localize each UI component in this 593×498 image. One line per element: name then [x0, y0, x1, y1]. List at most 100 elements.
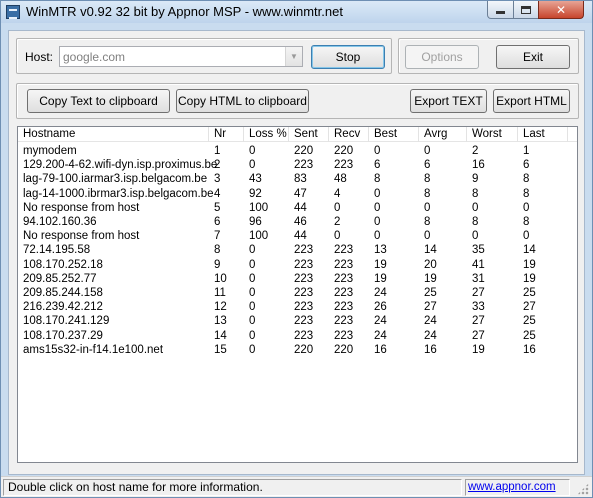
cell-hostname[interactable]: ams15s32-in-f14.1e100.net: [18, 343, 209, 357]
cell-hostname[interactable]: No response from host: [18, 229, 209, 243]
cell-hostname[interactable]: 216.239.42.212: [18, 300, 209, 314]
cell-hostname[interactable]: 94.102.160.36: [18, 215, 209, 229]
cell-best: 19: [374, 272, 387, 285]
table-row[interactable]: mymodem 1 0 220 220 0 0 2 1: [18, 144, 577, 158]
cell-last: 25: [523, 329, 536, 342]
table-row[interactable]: 108.170.252.18 9 0 223 223 19 20 41 19: [18, 258, 577, 272]
cell-hostname[interactable]: mymodem: [18, 144, 209, 158]
cell-worst: 19: [472, 343, 485, 356]
cell-hostname[interactable]: 108.170.241.129: [18, 314, 209, 328]
host-input[interactable]: google.com: [63, 50, 125, 64]
minimize-button[interactable]: [487, 1, 514, 19]
cell-avrg: 24: [424, 315, 437, 328]
cell-nr: 13: [214, 315, 227, 328]
column-header-best[interactable]: Best: [369, 127, 419, 142]
cell-hostname[interactable]: 72.14.195.58: [18, 243, 209, 257]
resize-grip-icon[interactable]: [577, 483, 589, 495]
column-header-hostname[interactable]: Hostname: [18, 127, 209, 142]
close-button[interactable]: ✕: [538, 1, 584, 19]
title-bar[interactable]: WinMTR v0.92 32 bit by Appnor MSP - www.…: [1, 1, 592, 23]
cell-best: 24: [374, 287, 387, 299]
cell-avrg: 25: [424, 287, 437, 299]
cell-best: 0: [374, 201, 381, 214]
cell-sent: 223: [294, 315, 314, 328]
cell-loss: 0: [249, 287, 256, 299]
cell-sent: 83: [294, 173, 307, 186]
cell-hostname[interactable]: 209.85.252.77: [18, 272, 209, 286]
results-listview[interactable]: Hostname Nr Loss % Sent Recv Best Avrg Worst Las…: [17, 126, 578, 463]
cell-hostname[interactable]: lag-79-100.iarmar3.isp.belgacom.be: [18, 172, 209, 186]
cell-worst: 0: [472, 230, 479, 243]
column-header-avrg[interactable]: Avrg: [419, 127, 467, 142]
export-text-button[interactable]: Export TEXT: [410, 89, 487, 113]
cell-loss: 0: [249, 159, 256, 172]
maximize-button[interactable]: [513, 1, 539, 19]
table-row[interactable]: 94.102.160.36 6 96 46 2 0 8 8 8: [18, 215, 577, 229]
cell-hostname[interactable]: 209.85.244.158: [18, 286, 209, 300]
status-bar: Double click on host name for more infor…: [1, 476, 592, 497]
cell-worst: 27: [472, 287, 485, 299]
cell-loss: 0: [249, 258, 256, 271]
cell-loss: 0: [249, 272, 256, 285]
column-header-loss[interactable]: Loss %: [244, 127, 289, 142]
cell-recv: 223: [334, 301, 354, 314]
host-combobox[interactable]: google.com ▼: [59, 46, 303, 67]
cell-worst: 8: [472, 216, 479, 228]
cell-best: 6: [374, 159, 381, 172]
cell-sent: 223: [294, 272, 314, 285]
cell-recv: 223: [334, 272, 354, 285]
cell-avrg: 24: [424, 329, 437, 342]
appnor-link[interactable]: www.appnor.com: [468, 481, 556, 493]
cell-recv: 223: [334, 329, 354, 342]
dropdown-arrow-icon[interactable]: ▼: [285, 47, 302, 66]
stop-button[interactable]: Stop: [311, 45, 385, 69]
table-row[interactable]: ams15s32-in-f14.1e100.net 15 0 220 220 16 16 19…: [18, 343, 577, 357]
cell-nr: 12: [214, 301, 227, 314]
cell-best: 0: [374, 230, 381, 243]
copy-html-button[interactable]: Copy HTML to clipboard: [176, 89, 309, 113]
cell-recv: 223: [334, 159, 354, 172]
cell-sent: 44: [294, 201, 307, 214]
options-button[interactable]: Options: [405, 45, 479, 69]
cell-hostname[interactable]: 108.170.237.29: [18, 329, 209, 343]
cell-worst: 27: [472, 329, 485, 342]
cell-last: 19: [523, 272, 536, 285]
cell-sent: 47: [294, 187, 307, 200]
table-row[interactable]: 209.85.252.77 10 0 223 223 19 19 31 19: [18, 272, 577, 286]
table-row[interactable]: No response from host 5 100 44 0 0 0 0 0: [18, 201, 577, 215]
cell-hostname[interactable]: 129.200-4-62.wifi-dyn.isp.proximus.be: [18, 158, 217, 172]
table-row[interactable]: lag-79-100.iarmar3.isp.belgacom.be 3 43 83 4…: [18, 172, 577, 186]
cell-best: 0: [374, 145, 381, 157]
cell-worst: 33: [472, 301, 485, 314]
export-html-button[interactable]: Export HTML: [493, 89, 570, 113]
table-row[interactable]: lag-14-1000.ibrmar3.isp.belgacom.be 4 92 47…: [18, 187, 577, 201]
cell-nr: 8: [214, 244, 221, 257]
cell-recv: 223: [334, 244, 354, 257]
cell-hostname[interactable]: lag-14-1000.ibrmar3.isp.belgacom.be: [18, 187, 214, 201]
cell-nr: 14: [214, 329, 227, 342]
table-row[interactable]: No response from host 7 100 44 0 0 0 0 0: [18, 229, 577, 243]
cell-avrg: 19: [424, 272, 437, 285]
cell-loss: 92: [249, 187, 262, 200]
copy-text-button[interactable]: Copy Text to clipboard: [27, 89, 170, 113]
cell-hostname[interactable]: No response from host: [18, 201, 209, 215]
table-row[interactable]: 72.14.195.58 8 0 223 223 13 14 35 14: [18, 243, 577, 257]
cell-last: 16: [523, 343, 536, 356]
table-row[interactable]: 129.200-4-62.wifi-dyn.isp.proximus.be 2 0 2…: [18, 158, 577, 172]
table-row[interactable]: 216.239.42.212 12 0 223 223 26 27 33 27: [18, 300, 577, 314]
column-header-last[interactable]: Last: [518, 127, 568, 142]
table-row[interactable]: 108.170.241.129 13 0 223 223 24 24 27 25: [18, 314, 577, 328]
cell-avrg: 8: [424, 173, 431, 186]
cell-hostname[interactable]: 108.170.252.18: [18, 258, 209, 272]
column-header-nr[interactable]: Nr: [209, 127, 244, 142]
cell-last: 14: [523, 244, 536, 257]
table-row[interactable]: 209.85.244.158 11 0 223 223 24 25 27 25: [18, 286, 577, 300]
exit-button[interactable]: Exit: [496, 45, 570, 69]
column-header-worst[interactable]: Worst: [467, 127, 518, 142]
table-row[interactable]: 108.170.237.29 14 0 223 223 24 24 27 25: [18, 329, 577, 343]
cell-best: 24: [374, 315, 387, 328]
column-header-recv[interactable]: Recv: [329, 127, 369, 142]
cell-nr: 4: [214, 187, 221, 200]
window-title: WinMTR v0.92 32 bit by Appnor MSP - www.…: [26, 4, 343, 19]
column-header-sent[interactable]: Sent: [289, 127, 329, 142]
